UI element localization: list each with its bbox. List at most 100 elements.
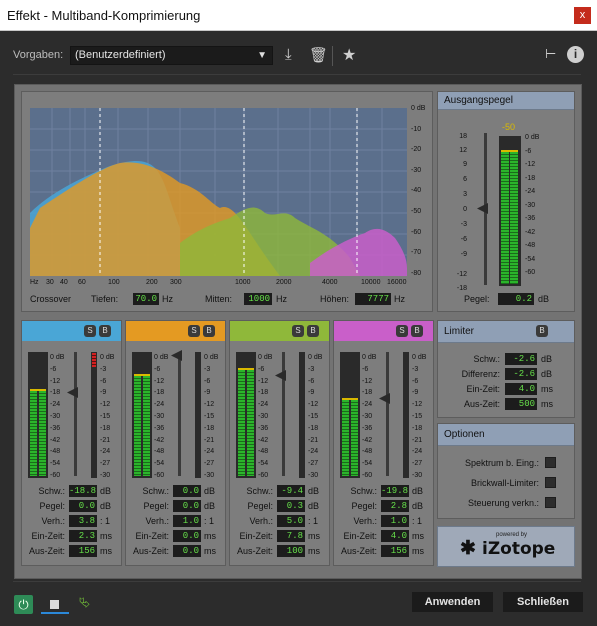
band-gr-tick: -3 xyxy=(412,365,419,373)
band-meter-tick: -30 xyxy=(50,413,61,420)
toolbar-divider-line xyxy=(13,74,581,75)
preset-label: Vorgaben: xyxy=(13,49,64,61)
band-1-input-meter xyxy=(28,352,48,478)
band-3-input-meter xyxy=(236,352,256,478)
band-1-gain-input[interactable]: 0.0 xyxy=(69,500,97,512)
output-meter-tick: -42 xyxy=(525,228,536,236)
band-3-release-input[interactable]: 100 xyxy=(277,545,305,557)
band-1-ratio-input[interactable]: 3.8 xyxy=(69,515,97,527)
band-gr-tick: -30 xyxy=(100,472,111,479)
apply-button[interactable]: Anwenden xyxy=(412,592,493,612)
save-preset-icon[interactable]: ⤓ xyxy=(285,46,292,63)
band-2-attack-input[interactable]: 0.0 xyxy=(173,530,201,542)
close-button[interactable]: x xyxy=(574,7,591,24)
band-2-threshold-input[interactable]: 0.0 xyxy=(173,485,201,497)
band-gr-tick: -15 xyxy=(308,413,319,420)
band-gr-tick: -21 xyxy=(308,436,319,444)
band-3-attack-input[interactable]: 7.8 xyxy=(277,530,305,542)
band-2-gain-input[interactable]: 0.0 xyxy=(173,500,201,512)
low-crossover-input[interactable]: 70.0 xyxy=(133,293,159,305)
band-1-attack-unit: ms xyxy=(100,531,112,541)
band-3-meter-fill xyxy=(247,370,254,476)
stop-preview-button[interactable] xyxy=(41,595,69,614)
band-gr-tick: -12 xyxy=(100,401,111,409)
band-1-bypass-button[interactable]: B xyxy=(99,325,111,337)
band-2-release-input[interactable]: 0.0 xyxy=(173,545,201,557)
low-hz-unit: Hz xyxy=(162,294,173,304)
band-4-gain-input[interactable]: 2.8 xyxy=(381,500,409,512)
title-bar: Effekt - Multiband-Komprimierung x xyxy=(0,0,597,31)
band-3-ratio-input[interactable]: 5.0 xyxy=(277,515,305,527)
band-meter-tick: -54 xyxy=(258,460,269,468)
band-3-ratio-label: Verh.: xyxy=(249,516,273,526)
limiter-threshold-input[interactable]: -2.6 xyxy=(505,353,537,365)
delete-preset-icon[interactable]: 🗑 xyxy=(309,46,328,64)
band-1-solo-button[interactable]: S xyxy=(84,325,96,337)
band-1-attack-input[interactable]: 2.3 xyxy=(69,530,97,542)
spectrum-hz-tick: 4000 xyxy=(322,279,338,286)
band-4-solo-button[interactable]: S xyxy=(396,325,408,337)
band-4-ratio-input[interactable]: 1.0 xyxy=(381,515,409,527)
preset-value: (Benutzerdefiniert) xyxy=(75,49,166,61)
spectrum-db-tick: -50 xyxy=(411,208,422,215)
mid-crossover-input[interactable]: 1000 xyxy=(244,293,272,305)
limiter-bypass-button[interactable]: B xyxy=(536,325,548,337)
band-1-meter-fill xyxy=(30,391,37,476)
band-meter-tick: -30 xyxy=(258,413,269,420)
preset-dropdown[interactable]: (Benutzerdefiniert) ▼ xyxy=(70,46,273,65)
routing-icon[interactable]: ⊢ xyxy=(545,46,556,62)
loop-icon[interactable]: ⮱ xyxy=(79,594,90,611)
band-meter-tick: 0 dB xyxy=(258,354,273,361)
band-gr-tick: -30 xyxy=(308,472,319,479)
band-4-threshold-input[interactable]: -19.8 xyxy=(381,485,409,497)
band-3-solo-button[interactable]: S xyxy=(292,325,304,337)
band-1-threshold-input[interactable]: -18.8 xyxy=(69,485,97,497)
band-3-gain-input[interactable]: 0.3 xyxy=(277,500,305,512)
high-crossover-input[interactable]: 7777 xyxy=(355,293,391,305)
band-meter-tick: -12 xyxy=(50,377,61,385)
limiter-threshold-unit: dB xyxy=(541,354,553,364)
band-4-release-label: Aus-Zeit: xyxy=(340,546,377,556)
star-icon[interactable]: ★ xyxy=(342,45,356,65)
option-brickwall-checkbox[interactable] xyxy=(545,477,556,488)
band-meter-tick: 0 dB xyxy=(362,354,377,361)
output-gain-tick: 18 xyxy=(459,133,467,140)
band-gr-tick: -30 xyxy=(204,472,215,479)
option-spectrum-checkbox[interactable] xyxy=(545,457,556,468)
limiter-release-unit: ms xyxy=(541,399,553,409)
close-dialog-button[interactable]: Schließen xyxy=(503,592,583,612)
band-meter-tick: -36 xyxy=(50,424,61,432)
band-1-release-label: Aus-Zeit: xyxy=(28,546,65,556)
power-icon[interactable]: ⏻ xyxy=(14,595,33,614)
spectrum-display[interactable] xyxy=(30,108,407,276)
band-1-threshold-slider[interactable] xyxy=(74,352,77,476)
output-gain-input[interactable]: 0.2 xyxy=(498,293,534,305)
output-level-meter xyxy=(499,136,521,286)
band-4-threshold-slider[interactable] xyxy=(386,352,389,476)
band-2-bypass-button[interactable]: B xyxy=(203,325,215,337)
band-2-release-label: Aus-Zeit: xyxy=(132,546,169,556)
band-meter-tick: -42 xyxy=(154,436,165,444)
option-link-checkbox[interactable] xyxy=(545,497,556,508)
band-3-threshold-input[interactable]: -9.4 xyxy=(277,485,305,497)
band-meter-tick: -12 xyxy=(362,377,373,385)
band-2-ratio-input[interactable]: 1.0 xyxy=(173,515,201,527)
band-4-attack-input[interactable]: 4.0 xyxy=(381,530,409,542)
limiter-attack-input[interactable]: 4.0 xyxy=(505,383,537,395)
band-3-threshold-slider[interactable] xyxy=(282,352,285,476)
limiter-margin-input[interactable]: -2.6 xyxy=(505,368,537,380)
band-4-peak-line xyxy=(342,398,358,400)
band-4-release-input[interactable]: 156 xyxy=(381,545,409,557)
limiter-release-input[interactable]: 500 xyxy=(505,398,537,410)
output-meter-tick: -54 xyxy=(525,255,536,263)
output-meter-tick: -12 xyxy=(525,161,536,168)
band-4-bypass-button[interactable]: B xyxy=(411,325,423,337)
limiter-margin-label: Differenz: xyxy=(461,369,500,379)
info-icon[interactable]: i xyxy=(567,46,584,63)
band-gr-tick: -3 xyxy=(100,365,107,373)
band-1-release-input[interactable]: 156 xyxy=(69,545,97,557)
band-2-threshold-slider[interactable] xyxy=(178,352,181,476)
band-3-bypass-button[interactable]: B xyxy=(307,325,319,337)
output-gain-tick: -3 xyxy=(460,221,467,228)
band-2-solo-button[interactable]: S xyxy=(188,325,200,337)
